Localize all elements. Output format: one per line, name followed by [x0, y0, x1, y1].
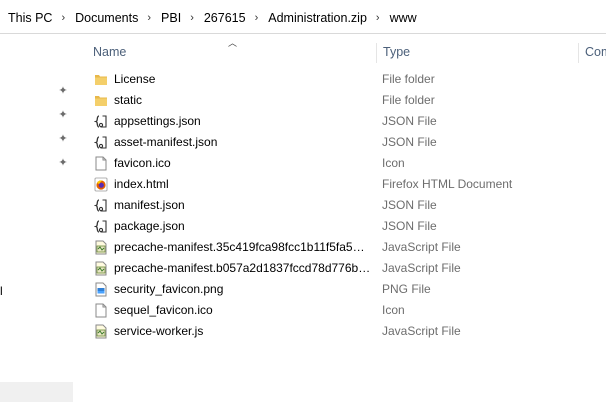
pin-icon[interactable]: ✦	[57, 85, 69, 97]
pin-icon[interactable]: ✦	[57, 133, 69, 145]
file-type: Icon	[382, 156, 405, 170]
column-header-row: ︿ Name Type Com	[73, 34, 606, 68]
file-type: JSON File	[382, 198, 437, 212]
file-name: favicon.ico	[114, 156, 171, 170]
breadcrumb-administration-zip[interactable]: Administration.zip	[268, 11, 367, 25]
folder-icon	[94, 93, 108, 108]
chevron-right-icon[interactable]: ›	[255, 12, 259, 24]
file-row[interactable]: appsettings.json JSON File	[73, 111, 606, 132]
json-file-icon	[93, 135, 108, 150]
file-type: JavaScript File	[382, 324, 461, 338]
file-row[interactable]: index.html Firefox HTML Document	[73, 174, 606, 195]
file-type: JSON File	[382, 135, 437, 149]
chevron-right-icon[interactable]: ›	[376, 12, 380, 24]
file-name: static	[114, 93, 143, 107]
file-type: Firefox HTML Document	[382, 177, 513, 191]
file-row[interactable]: security_favicon.png PNG File	[73, 279, 606, 300]
file-type: PNG File	[382, 282, 431, 296]
file-name: asset-manifest.json	[114, 135, 218, 149]
blank-file-icon	[94, 303, 108, 318]
nav-item-truncated[interactable]: l	[0, 284, 3, 298]
file-name: package.json	[114, 219, 185, 233]
file-type: JSON File	[382, 219, 437, 233]
file-name: security_favicon.png	[114, 282, 224, 296]
chevron-right-icon[interactable]: ›	[147, 12, 151, 24]
breadcrumb: This PC › Documents › PBI › 267615 › Adm…	[8, 9, 417, 27]
file-type: Icon	[382, 303, 405, 317]
file-name: sequel_favicon.ico	[114, 303, 213, 317]
column-header-type[interactable]: Type	[376, 43, 578, 63]
file-name: appsettings.json	[114, 114, 201, 128]
json-file-icon	[93, 114, 108, 129]
file-name: precache-manifest.b057a2d1837fccd78d776b…	[114, 261, 371, 275]
chevron-right-icon[interactable]: ›	[190, 12, 194, 24]
png-file-icon	[94, 282, 108, 297]
file-type: File folder	[382, 93, 435, 107]
pin-icon[interactable]: ✦	[57, 109, 69, 121]
javascript-file-icon	[94, 324, 108, 339]
javascript-file-icon	[94, 261, 108, 276]
file-row[interactable]: sequel_favicon.ico Icon	[73, 300, 606, 321]
file-type: JavaScript File	[382, 240, 461, 254]
breadcrumb-pbi[interactable]: PBI	[161, 11, 181, 25]
file-row[interactable]: static File folder	[73, 90, 606, 111]
folder-icon	[94, 72, 108, 87]
file-row[interactable]: asset-manifest.json JSON File	[73, 132, 606, 153]
file-row[interactable]: favicon.ico Icon	[73, 153, 606, 174]
nav-pane-footer	[0, 382, 73, 402]
file-name: service-worker.js	[114, 324, 204, 338]
chevron-right-icon[interactable]: ›	[61, 12, 65, 24]
breadcrumb-this-pc[interactable]: This PC	[8, 11, 52, 25]
address-bar[interactable]: This PC › Documents › PBI › 267615 › Adm…	[0, 0, 606, 34]
file-name: precache-manifest.35c419fca98fcc1b11f5fa…	[114, 240, 371, 254]
firefox-html-icon	[94, 177, 108, 192]
file-row[interactable]: service-worker.js JavaScript File	[73, 321, 606, 342]
file-name: manifest.json	[114, 198, 185, 212]
navigation-pane: ✦ ✦ ✦ ✦ l	[0, 34, 73, 402]
file-type: JSON File	[382, 114, 437, 128]
file-name: index.html	[114, 177, 169, 191]
column-header-comments[interactable]: Com	[578, 43, 606, 63]
pin-icon[interactable]: ✦	[57, 157, 69, 169]
file-row[interactable]: manifest.json JSON File	[73, 195, 606, 216]
file-row[interactable]: License File folder	[73, 69, 606, 90]
javascript-file-icon	[94, 240, 108, 255]
blank-file-icon	[94, 156, 108, 171]
file-row[interactable]: precache-manifest.b057a2d1837fccd78d776b…	[73, 258, 606, 279]
file-type: JavaScript File	[382, 261, 461, 275]
file-list: License File folder static File folder appse…	[73, 69, 606, 342]
file-row[interactable]: precache-manifest.35c419fca98fcc1b11f5fa…	[73, 237, 606, 258]
json-file-icon	[93, 219, 108, 234]
json-file-icon	[93, 198, 108, 213]
file-name: License	[114, 72, 156, 86]
breadcrumb-documents[interactable]: Documents	[75, 11, 138, 25]
breadcrumb-www[interactable]: www	[390, 11, 417, 25]
file-type: File folder	[382, 72, 435, 86]
file-row[interactable]: package.json JSON File	[73, 216, 606, 237]
column-header-name[interactable]: Name	[87, 43, 376, 63]
breadcrumb-267615[interactable]: 267615	[204, 11, 246, 25]
